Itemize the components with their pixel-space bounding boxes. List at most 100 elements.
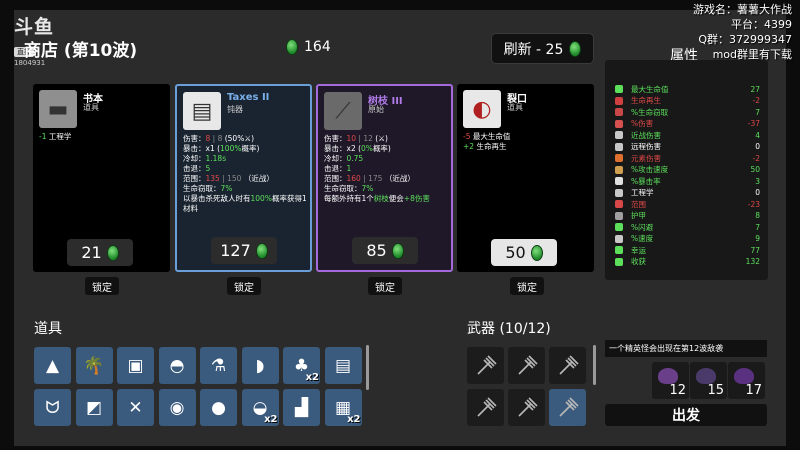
buy-button[interactable]: 127 [211,237,277,264]
item-count: x2 [305,372,319,383]
palm-tree-icon[interactable]: 🌴 [75,347,113,384]
materials-value: 164 [304,39,331,55]
claw-icon[interactable]: ᗢ [34,389,71,426]
shop-card[interactable]: ▤ Taxes II 钝器 伤害：8 | 8 (50%⚔) 暴击：x1 (100%… [175,84,312,272]
stat-text: 135 [205,174,220,183]
attributes-panel: 最大生命值 27 生命再生 -2 %生命窃取 7 %伤害 -37 近战伤害 4 远程伤害 0 元素伤害 -… [605,60,768,280]
overlay-line: Q群：372999347 [698,33,792,46]
shop-card[interactable]: ⟋ 树枝 III 原始 伤害：10 | 12 (⚔) 暴击：x2 (0%概率) 冷却… [316,84,453,272]
scroll-icon[interactable]: ▤ [324,347,362,384]
attribute-label: 近战伤害 [631,130,661,140]
item-glyph: ▣ [127,355,144,376]
stat-text: 概率) [372,144,391,153]
potion-icon[interactable]: ⚗ [200,347,237,384]
attribute-row[interactable]: 远程伤害 0 [615,142,760,152]
attribute-row[interactable]: %暴击率 3 [615,176,760,186]
attribute-row[interactable]: 近战伤害 4 [615,130,760,140]
horn-icon[interactable]: ◗ [241,347,279,384]
stat-line: 冷却：0.75 [324,154,447,164]
card-type: 钝器 [227,105,243,114]
pitchfork-glyph [476,354,497,375]
weapons-title: 武器 (10/12) [467,321,551,337]
material-icon [255,242,268,259]
attribute-row[interactable]: 护甲 8 [615,211,760,221]
attribute-value: 0 [755,142,760,151]
reroll-button[interactable]: 刷新 - 25 [491,33,594,64]
attribute-label: 幸运 [631,245,646,255]
price-value: 127 [220,241,251,260]
attribute-row[interactable]: %闪避 7 [615,222,760,232]
stat-line: +2 生命再生 [463,142,590,152]
item-count: x2 [347,414,361,425]
pitchfork-glyph [517,396,538,417]
items-scrollbar[interactable] [366,345,369,390]
attribute-row[interactable]: 幸运 77 [615,245,760,255]
attribute-value: 27 [750,84,760,94]
attribute-row[interactable]: 生命再生 -2 [615,96,760,106]
lock-button[interactable]: 锁定 [368,277,402,295]
attribute-row[interactable]: 范围 -23 [615,199,760,209]
buy-button[interactable]: 50 [491,239,557,266]
attribute-icon [615,211,623,220]
hat-icon[interactable]: ◓ [158,347,196,384]
pitchfork-icon[interactable] [508,389,545,426]
stat-text: 冷却： [324,154,347,163]
attribute-icon [615,108,623,116]
stat-line: 以暴击杀死敌人时有100%概率获得1个 [183,194,306,204]
stat-text: | 175 [360,174,385,183]
pitchfork-icon[interactable] [549,389,586,426]
map-icon[interactable]: ▦ x2 [324,389,362,426]
go-button[interactable]: 出发 [605,404,767,426]
card-type: 道具 [507,103,523,112]
enemy-icon [658,368,678,384]
stat-text: 160 [346,174,361,183]
price-value: 21 [81,243,102,262]
attribute-row[interactable]: %速度 9 [615,234,760,244]
enemy-slot: 12 [652,362,689,399]
wheelbarrow-icon[interactable]: ▟ [283,389,320,426]
shop-card[interactable]: ◐ 裂口 道具 -5 最大生命值 +2 生命再生 50 [457,84,594,272]
materials-counter: 164 [286,39,331,55]
attribute-row[interactable]: 元素伤害 -2 [615,153,760,163]
stat-line: 生命窃取：7% [183,184,306,194]
enemy-icon [696,368,716,384]
stat-text: 7% [361,184,374,193]
shark-fin-icon[interactable]: ▲ [34,347,71,384]
enemy-slot: 17 [728,362,765,399]
overlay-line: 平台：4399 [731,18,792,31]
robot-icon[interactable]: ▣ [117,347,154,384]
poop-icon[interactable]: ● [200,389,237,426]
attribute-row[interactable]: 工程学 0 [615,188,760,198]
bandage-icon[interactable]: ◩ [75,389,113,426]
frog-icon[interactable]: ◉ [158,389,196,426]
attribute-row[interactable]: %伤害 -37 [615,119,760,129]
price-value: 50 [505,243,526,262]
item-glyph: ✕ [128,397,143,418]
attribute-label: 生命再生 [631,96,661,105]
material-icon [569,40,582,57]
pitchfork-icon[interactable] [467,389,504,426]
attribute-row[interactable]: %生命窃取 7 [615,107,760,117]
pitchfork-icon[interactable] [508,347,545,384]
lock-button[interactable]: 锁定 [227,277,261,295]
tree-icon[interactable]: ♣ x2 [283,347,320,384]
mushroom-icon[interactable]: ◒ x2 [241,389,279,426]
buy-button[interactable]: 85 [352,237,418,264]
lock-button[interactable]: 锁定 [510,277,544,295]
stat-text: 7% [220,184,233,193]
thorn-icon[interactable]: ✕ [117,389,154,426]
attribute-row[interactable]: 最大生命值 27 [615,84,760,94]
attribute-label: %生命窃取 [631,107,669,117]
pitchfork-icon[interactable] [549,347,586,384]
stat-text: 0.75 [346,154,364,163]
card-stats: -1 工程学 [39,132,166,142]
material-icon [530,244,543,261]
lock-button[interactable]: 锁定 [85,277,119,295]
weapons-scrollbar[interactable] [593,345,596,385]
pitchfork-icon[interactable] [467,347,504,384]
attribute-row[interactable]: 收获 132 [615,257,760,267]
buy-button[interactable]: 21 [67,239,133,266]
stat-text: 便会 [388,194,404,203]
attribute-row[interactable]: %攻击速度 50 [615,165,760,175]
shop-card[interactable]: ▬ 书本 道具 -1 工程学 21 [33,84,170,272]
